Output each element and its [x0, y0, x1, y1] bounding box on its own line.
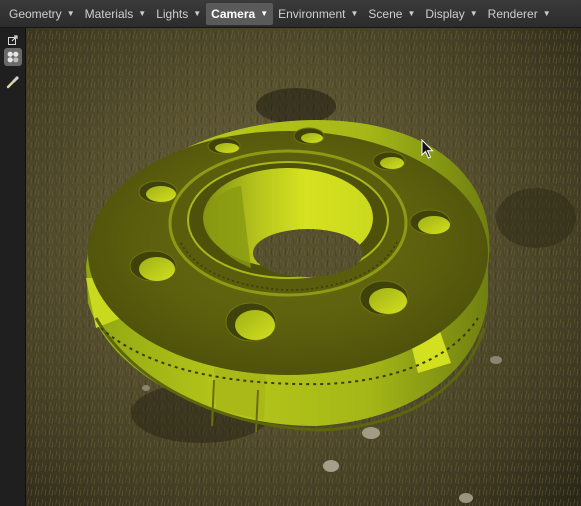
- chevron-down-icon: ▼: [193, 9, 202, 18]
- material-palette-icon[interactable]: [4, 48, 22, 66]
- render-app: Geometry ▼ Materials ▼ Lights ▼ Camera ▼…: [0, 0, 581, 506]
- menu-camera-label: Camera: [211, 6, 256, 21]
- 3d-viewport[interactable]: [26, 28, 581, 506]
- menu-camera[interactable]: Camera ▼: [206, 2, 274, 25]
- menu-lights-label: Lights: [156, 6, 189, 21]
- menu-bar: Geometry ▼ Materials ▼ Lights ▼ Camera ▼…: [0, 0, 581, 28]
- menu-environment[interactable]: Environment ▼: [273, 3, 363, 25]
- chevron-down-icon: ▼: [350, 9, 359, 18]
- menu-scene[interactable]: Scene ▼: [363, 3, 420, 25]
- pop-out-icon[interactable]: [4, 31, 22, 49]
- menu-geometry-label: Geometry: [9, 6, 62, 21]
- rendered-scene: [26, 28, 581, 506]
- menu-environment-label: Environment: [278, 6, 346, 21]
- menu-materials-label: Materials: [84, 6, 134, 21]
- chevron-down-icon: ▼: [407, 9, 416, 18]
- menu-materials[interactable]: Materials ▼: [80, 3, 152, 25]
- menu-renderer[interactable]: Renderer ▼: [483, 3, 556, 25]
- menu-display[interactable]: Display ▼: [420, 3, 482, 25]
- chevron-down-icon: ▼: [66, 9, 75, 18]
- menu-display-label: Display: [425, 6, 465, 21]
- menu-scene-label: Scene: [368, 6, 403, 21]
- chevron-down-icon: ▼: [138, 9, 147, 18]
- menu-geometry[interactable]: Geometry ▼: [4, 3, 80, 25]
- chevron-down-icon: ▼: [542, 9, 551, 18]
- tool-strip: [0, 28, 26, 506]
- menu-renderer-label: Renderer: [487, 6, 538, 21]
- mouse-cursor-icon: [421, 139, 434, 159]
- chevron-down-icon: ▼: [260, 9, 269, 18]
- menu-lights[interactable]: Lights ▼: [151, 3, 206, 25]
- eyedropper-icon[interactable]: [4, 73, 22, 91]
- chevron-down-icon: ▼: [469, 9, 478, 18]
